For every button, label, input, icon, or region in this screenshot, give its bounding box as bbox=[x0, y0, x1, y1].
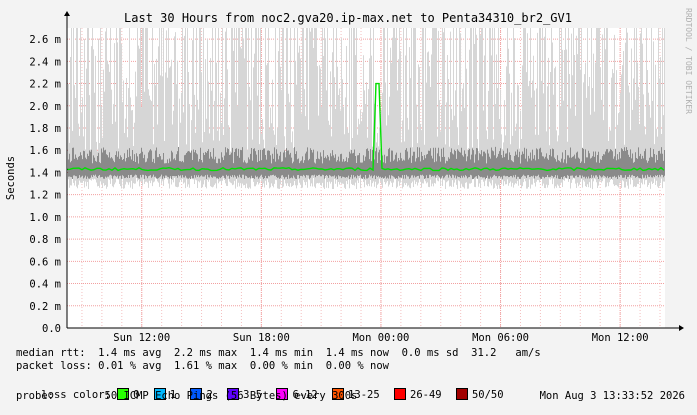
x-tick-label: Mon 00:00 bbox=[352, 332, 409, 344]
rrdtool-watermark: RRDTOOL / TOBI OETIKER bbox=[684, 8, 693, 114]
loss-color-swatch bbox=[394, 388, 406, 400]
y-tick-label: 2.2 m bbox=[29, 79, 61, 91]
smokeping-chart: 0.0 0.2 m 0.4 m 0.6 m 0.8 m 1.0 m 1.2 m 1.4 m 1.… bbox=[0, 0, 697, 410]
timestamp: Mon Aug 3 13:33:52 2026 bbox=[539, 390, 685, 402]
x-axis-arrow bbox=[679, 325, 684, 331]
y-tick-label: 1.8 m bbox=[29, 123, 61, 135]
probe-info: probe: 50 ICMP Echo Pings (56 Bytes) eve… bbox=[16, 390, 358, 402]
x-tick-label: Sun 18:00 bbox=[233, 332, 290, 344]
y-tick-label: 1.4 m bbox=[29, 167, 61, 179]
chart-canvas: 0.0 0.2 m 0.4 m 0.6 m 0.8 m 1.0 m 1.2 m 1.4 m 1.… bbox=[5, 8, 693, 344]
y-tick-label: 1.0 m bbox=[29, 212, 61, 224]
chart-title: Last 30 Hours from noc2.gva20.ip-max.net… bbox=[124, 11, 572, 25]
y-tick-label: 0.6 m bbox=[29, 256, 61, 268]
median-rtt-stats: median rtt: 1.4 ms avg 2.2 ms max 1.4 ms… bbox=[16, 347, 541, 359]
y-tick-label: 0.4 m bbox=[29, 279, 61, 291]
loss-color-item: 50/50 bbox=[450, 388, 504, 401]
y-tick-label: 2.4 m bbox=[29, 56, 61, 68]
x-tick-label: Mon 06:00 bbox=[472, 332, 529, 344]
y-tick-label: 0.0 bbox=[42, 323, 61, 335]
x-tick-label: Sun 12:00 bbox=[113, 332, 170, 344]
y-tick-label: 0.2 m bbox=[29, 301, 61, 313]
loss-color-item: 26-49 bbox=[388, 388, 442, 401]
x-tick-label: Mon 12:00 bbox=[592, 332, 649, 344]
y-tick-label: 2.0 m bbox=[29, 101, 61, 113]
loss-color-range-label: 50/50 bbox=[471, 389, 504, 401]
y-axis-label: Seconds bbox=[5, 156, 17, 200]
y-axis-arrow bbox=[64, 11, 70, 16]
y-tick-label: 0.8 m bbox=[29, 234, 61, 246]
y-tick-label: 2.6 m bbox=[29, 34, 61, 46]
y-tick-label: 1.2 m bbox=[29, 190, 61, 202]
y-tick-label: 1.6 m bbox=[29, 145, 61, 157]
packet-loss-stats: packet loss: 0.01 % avg 1.61 % max 0.00 … bbox=[16, 360, 389, 372]
loss-color-swatch bbox=[455, 388, 468, 400]
loss-color-range-label: 26-49 bbox=[410, 389, 442, 401]
